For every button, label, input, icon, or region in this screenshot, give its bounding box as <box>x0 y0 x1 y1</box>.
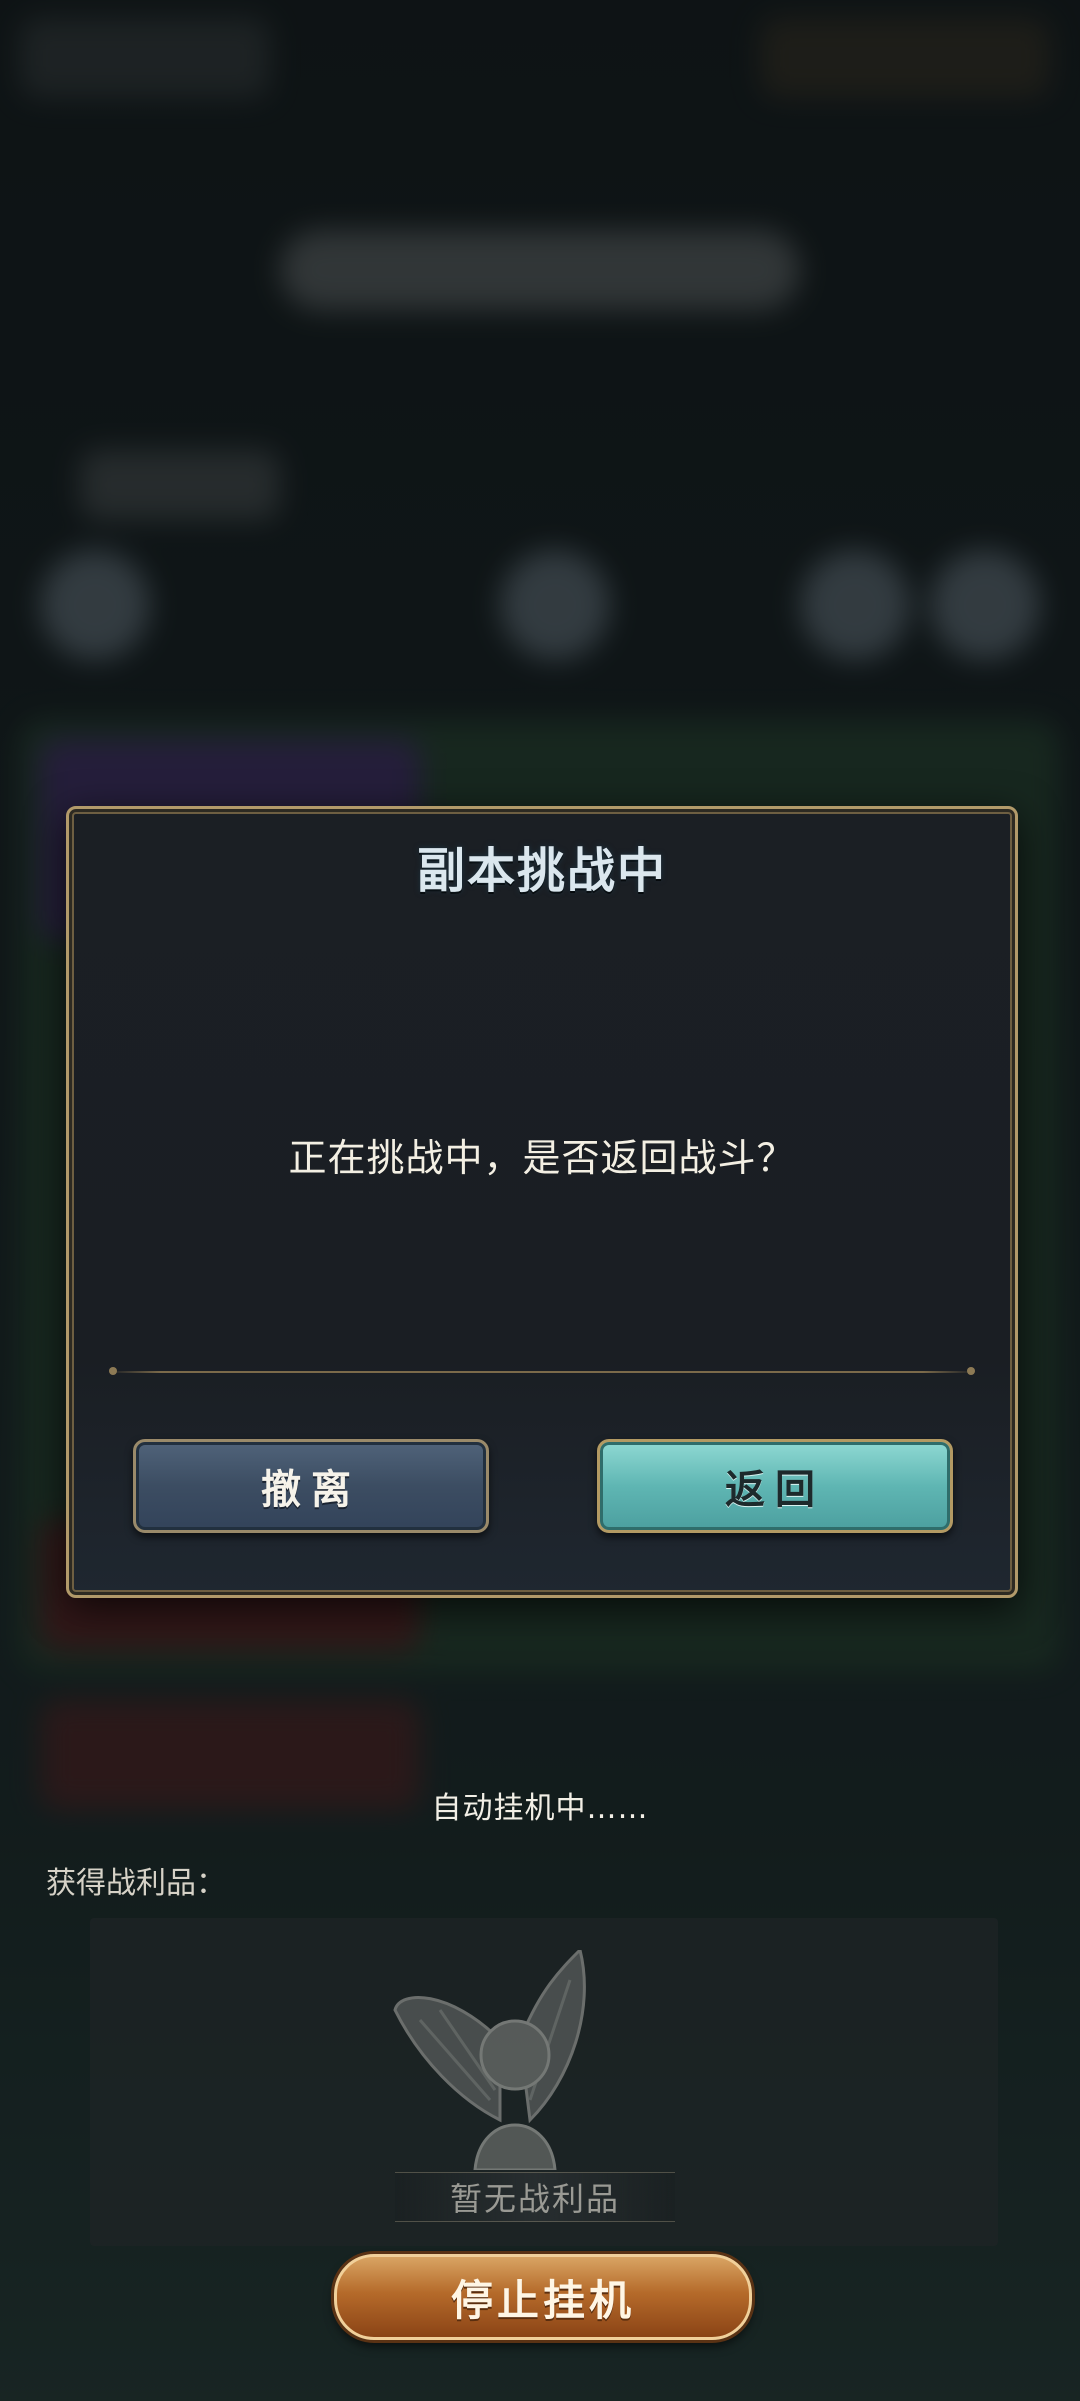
auto-idle-status: 自动挂机中…… <box>431 1791 649 1826</box>
return-to-battle-button[interactable]: 返回 <box>597 1439 953 1533</box>
divider-dot <box>109 1367 117 1375</box>
fairy-placeholder-icon <box>393 1950 586 2170</box>
dialog-title: 副本挑战中 <box>416 843 667 899</box>
no-loot-label: 暂无战利品 <box>395 2172 675 2222</box>
divider-dot <box>967 1367 975 1375</box>
dungeon-challenge-dialog: 副本挑战中 正在挑战中，是否返回战斗？ 撤离 返回 <box>66 806 1018 1598</box>
dialog-divider <box>109 1367 975 1375</box>
loot-label: 获得战利品： <box>46 1866 226 1901</box>
retreat-button[interactable]: 撤离 <box>133 1439 489 1533</box>
dialog-message: 正在挑战中，是否返回战斗？ <box>288 1136 796 1180</box>
stop-idle-button[interactable]: 停止挂机 <box>334 2254 752 2340</box>
